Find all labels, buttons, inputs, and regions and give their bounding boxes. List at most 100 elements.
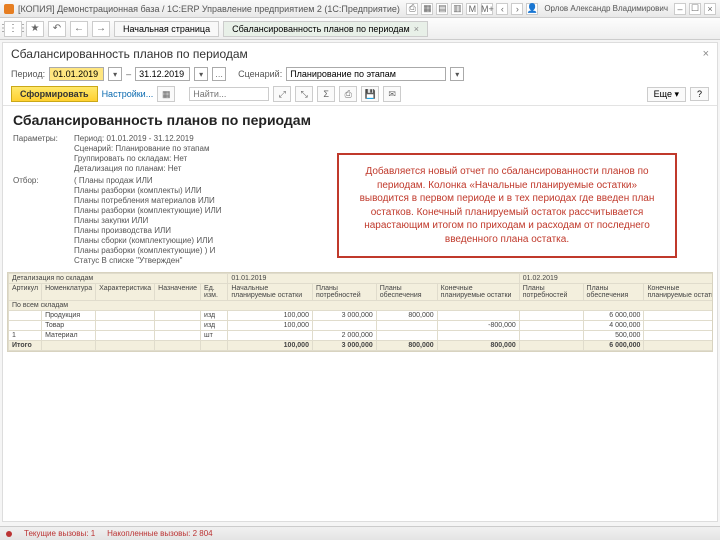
cell xyxy=(376,321,437,331)
forward-icon[interactable]: → xyxy=(92,21,110,37)
selection-line: Планы разборки (комплектующие) ИЛИ xyxy=(74,206,221,216)
cell xyxy=(519,321,583,331)
page-close-icon[interactable]: × xyxy=(703,48,709,60)
col-end-balance: Конечные планируемые остатки xyxy=(437,284,519,301)
table-row[interactable]: Продукцияизд100,0003 000,000800,0006 000… xyxy=(9,311,714,321)
cell: 3 000,000 xyxy=(312,311,376,321)
annotation-callout: Добавляется новый отчет по сбалансирован… xyxy=(337,153,677,258)
cell xyxy=(201,341,228,351)
col-demand: Планы потребностей xyxy=(519,284,583,301)
selection-line: Планы закупки ИЛИ xyxy=(74,216,221,226)
cell: Продукция xyxy=(42,311,96,321)
cell: изд xyxy=(201,321,228,331)
param-line: Детализация по планам: Нет xyxy=(74,164,209,174)
m-icon[interactable]: M xyxy=(466,3,478,15)
status-accumulated: Накопленные вызовы: 2 804 xyxy=(107,529,213,538)
col-nomenclature: Номенклатура xyxy=(42,284,96,301)
m2-icon[interactable]: M+ xyxy=(481,3,493,15)
cell: шт xyxy=(201,331,228,341)
col-supply: Планы обеспечения xyxy=(583,284,644,301)
cell xyxy=(376,331,437,341)
cell xyxy=(96,321,155,331)
more-button[interactable]: Еще ▾ xyxy=(647,87,686,102)
cell: изд xyxy=(201,311,228,321)
back-icon[interactable]: ← xyxy=(70,21,88,37)
app-icon xyxy=(4,4,14,14)
cell xyxy=(155,331,201,341)
period-dialog-icon[interactable]: … xyxy=(212,67,226,81)
tab-home[interactable]: Начальная страница xyxy=(114,21,219,37)
cell xyxy=(519,311,583,321)
group-row[interactable]: По всем складам xyxy=(9,301,714,311)
report-grid[interactable]: Детализация по складам 01.01.2019 01.02.… xyxy=(7,272,713,352)
collapse-icon[interactable]: ⤡ xyxy=(295,86,313,102)
selection-line: Планы разборки (комплекты) ИЛИ xyxy=(74,186,221,196)
grid-period-1: 01.01.2019 xyxy=(228,274,519,284)
cell xyxy=(155,341,201,351)
selection-line: Планы потребления материалов ИЛИ xyxy=(74,196,221,206)
print-icon[interactable]: ⎙ xyxy=(406,3,418,15)
back-nav-icon[interactable]: ‹ xyxy=(496,3,508,15)
cell xyxy=(437,331,519,341)
maximize-button[interactable]: ☐ xyxy=(689,3,701,15)
cell xyxy=(519,331,583,341)
cell xyxy=(437,311,519,321)
params-lines: Период: 01.01.2019 - 31.12.2019 Сценарий… xyxy=(74,134,209,174)
apps-icon[interactable]: ⋮⋮⋮ xyxy=(4,21,22,37)
cell xyxy=(644,331,713,341)
cell xyxy=(644,311,713,321)
favorite-icon[interactable]: ★ xyxy=(26,21,44,37)
find-input[interactable] xyxy=(189,87,269,101)
tab-report[interactable]: Сбалансированность планов по периодам × xyxy=(223,21,428,37)
top-nav: ⋮⋮⋮ ★ ↶ ← → Начальная страница Сбалансир… xyxy=(0,18,720,40)
user-icon[interactable]: 👤 xyxy=(526,3,538,15)
status-dot-icon xyxy=(6,531,12,537)
selection-line: Статус В списке "Утвержден" xyxy=(74,256,221,266)
tab-close-icon[interactable]: × xyxy=(414,24,419,34)
sigma-icon[interactable]: Σ xyxy=(317,86,335,102)
period-end-picker-icon[interactable]: ▾ xyxy=(194,67,208,81)
generate-button[interactable]: Сформировать xyxy=(11,86,98,102)
fwd-nav-icon[interactable]: › xyxy=(511,3,523,15)
user-label[interactable]: Орлов Александр Владимирович xyxy=(544,4,668,13)
cell xyxy=(155,321,201,331)
cell xyxy=(96,331,155,341)
email-icon[interactable]: ✉ xyxy=(383,86,401,102)
cell: 4 000,000 xyxy=(583,321,644,331)
cell: 500,000 xyxy=(583,331,644,341)
period-start-picker-icon[interactable]: ▾ xyxy=(108,67,122,81)
table-row[interactable]: Товаризд100,000-800,0004 000,000-6 000,0… xyxy=(9,321,714,331)
status-current-label: Текущие вызовы: xyxy=(24,529,88,538)
period-label: Период: xyxy=(11,69,45,79)
cell xyxy=(96,311,155,321)
save-icon[interactable]: ▦ xyxy=(421,3,433,15)
selection-lines: ( Планы продаж ИЛИ Планы разборки (компл… xyxy=(74,176,221,266)
scenario-dropdown-icon[interactable]: ▾ xyxy=(450,67,464,81)
report-title: Сбалансированность планов по периодам xyxy=(3,106,717,134)
scenario-input[interactable] xyxy=(286,67,446,81)
minimize-button[interactable]: – xyxy=(674,3,686,15)
period-start-input[interactable] xyxy=(49,67,104,81)
col-demand: Планы потребностей xyxy=(312,284,376,301)
calc-icon[interactable]: ▤ xyxy=(436,3,448,15)
table-row[interactable]: 1Материалшт2 000,000500,000-5 500,000 xyxy=(9,331,714,341)
cell: -800,000 xyxy=(437,321,519,331)
cell: 1 xyxy=(9,331,42,341)
filter-icon[interactable]: ▦ xyxy=(157,86,175,102)
settings-link[interactable]: Настройки... xyxy=(102,89,154,99)
cell: 6 000,000 xyxy=(583,311,644,321)
expand-icon[interactable]: ⤢ xyxy=(273,86,291,102)
col-characteristic: Характеристика xyxy=(96,284,155,301)
help-button[interactable]: ? xyxy=(690,87,709,101)
close-button[interactable]: × xyxy=(704,3,716,15)
cell xyxy=(96,341,155,351)
save-report-icon[interactable]: 💾 xyxy=(361,86,379,102)
cell xyxy=(644,321,713,331)
period-end-input[interactable] xyxy=(135,67,190,81)
action-row: Сформировать Настройки... ▦ ⤢ ⤡ Σ ⎙ 💾 ✉ … xyxy=(3,83,717,106)
cell xyxy=(9,321,42,331)
history-icon[interactable]: ↶ xyxy=(48,21,66,37)
print-report-icon[interactable]: ⎙ xyxy=(339,86,357,102)
grid-period-2: 01.02.2019 xyxy=(519,274,713,284)
calendar-icon[interactable]: ▥ xyxy=(451,3,463,15)
